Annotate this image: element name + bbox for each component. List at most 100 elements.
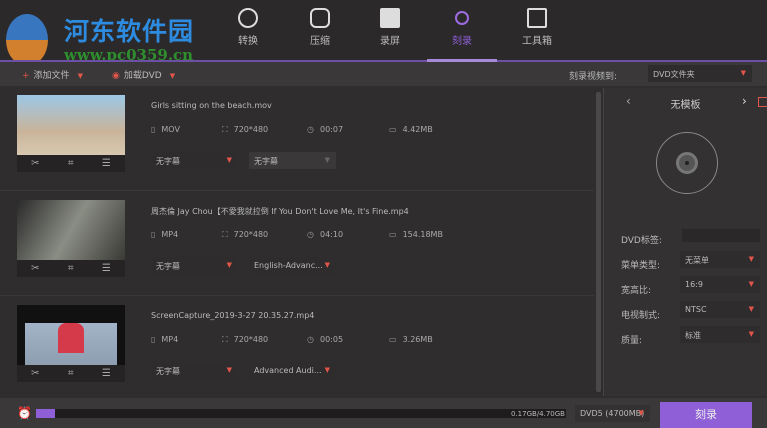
quality-select[interactable]: 标准 ▼ — [680, 326, 760, 343]
folder-icon: ▭ — [389, 335, 397, 344]
aspect-select[interactable]: 16:9 ▼ — [680, 276, 760, 293]
subtitle-select[interactable]: 无字幕 ▼ — [151, 152, 238, 169]
watermark-logo: 河东软件园 www.pc0359.cn — [6, 8, 206, 68]
audio-select[interactable]: 无字幕 ▼ — [249, 152, 336, 169]
load-dvd-label: 加载DVD — [123, 71, 162, 81]
resize-icon: ⛶ — [222, 335, 228, 344]
clock-icon: ◷ — [307, 335, 314, 344]
thumb-tools: ✂ ⌗ ☰ — [17, 260, 125, 277]
file-row: ✂ ⌗ ☰ ScreenCapture_2019-3-27 20.35.27.mp4… — [0, 298, 594, 401]
tab-record[interactable]: 录屏 — [365, 8, 415, 47]
file-name: 周杰倫 Jay Chou【不愛我就拉倒 If You Don't Love Me… — [151, 207, 409, 216]
scrollbar[interactable] — [596, 92, 601, 392]
disc-type-select[interactable]: DVD5 (4700MB) ▼ — [575, 405, 650, 422]
resolution: ⛶ 720*480 — [222, 125, 269, 134]
chevron-down-icon: ▼ — [748, 330, 754, 338]
add-file-button[interactable]: + 添加文件 ▼ — [22, 68, 83, 81]
audio-select[interactable]: Advanced Audi... ▼ — [249, 362, 336, 379]
video-thumbnail[interactable] — [17, 200, 125, 260]
chevron-down-icon: ▼ — [324, 366, 330, 374]
edit-icon[interactable] — [758, 97, 767, 107]
file-list: ✂ ⌗ ☰ Girls sitting on the beach.mov ▯ MOV … — [0, 88, 598, 396]
folder-icon: ▭ — [389, 125, 397, 134]
film-icon: ▯ — [151, 335, 156, 344]
tab-label: 转换 — [238, 36, 258, 47]
plus-icon: + — [22, 71, 30, 81]
tab-label: 工具箱 — [522, 36, 552, 47]
compress-icon — [310, 8, 330, 28]
chevron-right-icon[interactable]: › — [742, 94, 747, 108]
dvd-label-label: DVD标签: — [621, 236, 662, 246]
chevron-down-icon: ▼ — [226, 261, 232, 269]
file-row: ✂ ⌗ ☰ 周杰倫 Jay Chou【不愛我就拉倒 If You Don't Lov… — [0, 193, 594, 296]
burn-to-label: 刻录视频到: — [568, 72, 617, 82]
alarm-clock-icon[interactable]: ⏰ — [17, 406, 32, 420]
play-circle-icon — [238, 8, 258, 28]
load-dvd-button[interactable]: ◉ 加载DVD ▼ — [112, 68, 175, 81]
audio-select[interactable]: English-Advanc... ▼ — [249, 257, 336, 274]
folder-icon: ▭ — [389, 230, 397, 239]
scissors-icon[interactable]: ✂ — [31, 263, 39, 274]
file-size: ▭ 3.26MB — [389, 335, 433, 344]
burn-button[interactable]: 刻录 — [660, 402, 752, 428]
tab-toolbox[interactable]: 工具箱 — [512, 8, 562, 47]
menu-type-select[interactable]: 无菜单 ▼ — [680, 251, 760, 268]
chevron-down-icon: ▼ — [324, 156, 330, 164]
film-icon: ▯ — [151, 125, 156, 134]
file-name: ScreenCapture_2019-3-27 20.35.27.mp4 — [151, 311, 315, 320]
disc-usage-text: 0.17GB/4.70GB — [511, 410, 565, 418]
crop-icon[interactable]: ⌗ — [68, 263, 74, 274]
adjust-icon[interactable]: ☰ — [102, 368, 111, 379]
format: ▯ MP4 — [151, 335, 179, 344]
chevron-down-icon: ▼ — [740, 69, 746, 77]
tab-burn[interactable]: 刻录 — [437, 8, 487, 47]
resize-icon: ⛶ — [222, 230, 228, 239]
aspect-label: 宽高比: — [621, 286, 652, 296]
subtitle-select[interactable]: 无字幕 ▼ — [151, 257, 238, 274]
tab-convert[interactable]: 转换 — [223, 8, 273, 47]
video-thumbnail[interactable] — [17, 95, 125, 155]
file-row: ✂ ⌗ ☰ Girls sitting on the beach.mov ▯ MOV … — [0, 88, 594, 191]
toolbox-icon — [527, 8, 547, 28]
adjust-icon[interactable]: ☰ — [102, 158, 111, 169]
duration: ◷ 00:05 — [307, 335, 344, 344]
duration: ◷ 00:07 — [307, 125, 344, 134]
subtitle-select[interactable]: 无字幕 ▼ — [151, 362, 238, 379]
chevron-down-icon: ▼ — [324, 261, 330, 269]
toolbar: + 添加文件 ▼ ◉ 加载DVD ▼ 刻录视频到: DVD文件夹 ▼ — [0, 62, 767, 86]
crop-icon[interactable]: ⌗ — [68, 368, 74, 379]
tab-label: 压缩 — [310, 36, 330, 47]
scissors-icon[interactable]: ✂ — [31, 368, 39, 379]
tab-compress[interactable]: 压缩 — [295, 8, 345, 47]
adjust-icon[interactable]: ☰ — [102, 263, 111, 274]
tab-label: 录屏 — [380, 36, 400, 47]
tab-label: 刻录 — [452, 36, 472, 47]
burn-target-select[interactable]: DVD文件夹 ▼ — [648, 65, 752, 82]
dvd-settings-panel: ‹ 无模板 › DVD标签: 菜单类型: 无菜单 ▼ 宽高比: 16:9 ▼ 电视制… — [603, 88, 767, 396]
bottom-bar: ⏰ 0.17GB/4.70GB DVD5 (4700MB) ▼ 刻录 — [0, 398, 767, 428]
chevron-down-icon[interactable]: ▼ — [78, 72, 83, 80]
video-thumbnail[interactable] — [17, 305, 125, 375]
resize-icon: ⛶ — [222, 125, 228, 134]
chevron-down-icon: ▼ — [748, 255, 754, 263]
tv-standard-select[interactable]: NTSC ▼ — [680, 301, 760, 318]
camera-icon — [380, 8, 400, 28]
tv-standard-label: 电视制式: — [621, 311, 661, 321]
chevron-down-icon[interactable]: ▼ — [170, 72, 175, 80]
menu-type-label: 菜单类型: — [621, 261, 661, 271]
crop-icon[interactable]: ⌗ — [68, 158, 74, 169]
chevron-down-icon: ▼ — [748, 305, 754, 313]
disc-usage-bar — [36, 409, 566, 418]
dvd-label-input[interactable] — [682, 229, 760, 242]
format: ▯ MOV — [151, 125, 180, 134]
thumb-tools: ✂ ⌗ ☰ — [17, 365, 125, 382]
chevron-down-icon: ▼ — [748, 280, 754, 288]
format: ▯ MP4 — [151, 230, 179, 239]
scissors-icon[interactable]: ✂ — [31, 158, 39, 169]
film-icon: ▯ — [151, 230, 156, 239]
resolution: ⛶ 720*480 — [222, 335, 269, 344]
burn-target-value: DVD文件夹 — [653, 70, 695, 79]
chevron-down-icon: ▼ — [226, 156, 232, 164]
file-size: ▭ 4.42MB — [389, 125, 433, 134]
clock-icon: ◷ — [307, 125, 314, 134]
